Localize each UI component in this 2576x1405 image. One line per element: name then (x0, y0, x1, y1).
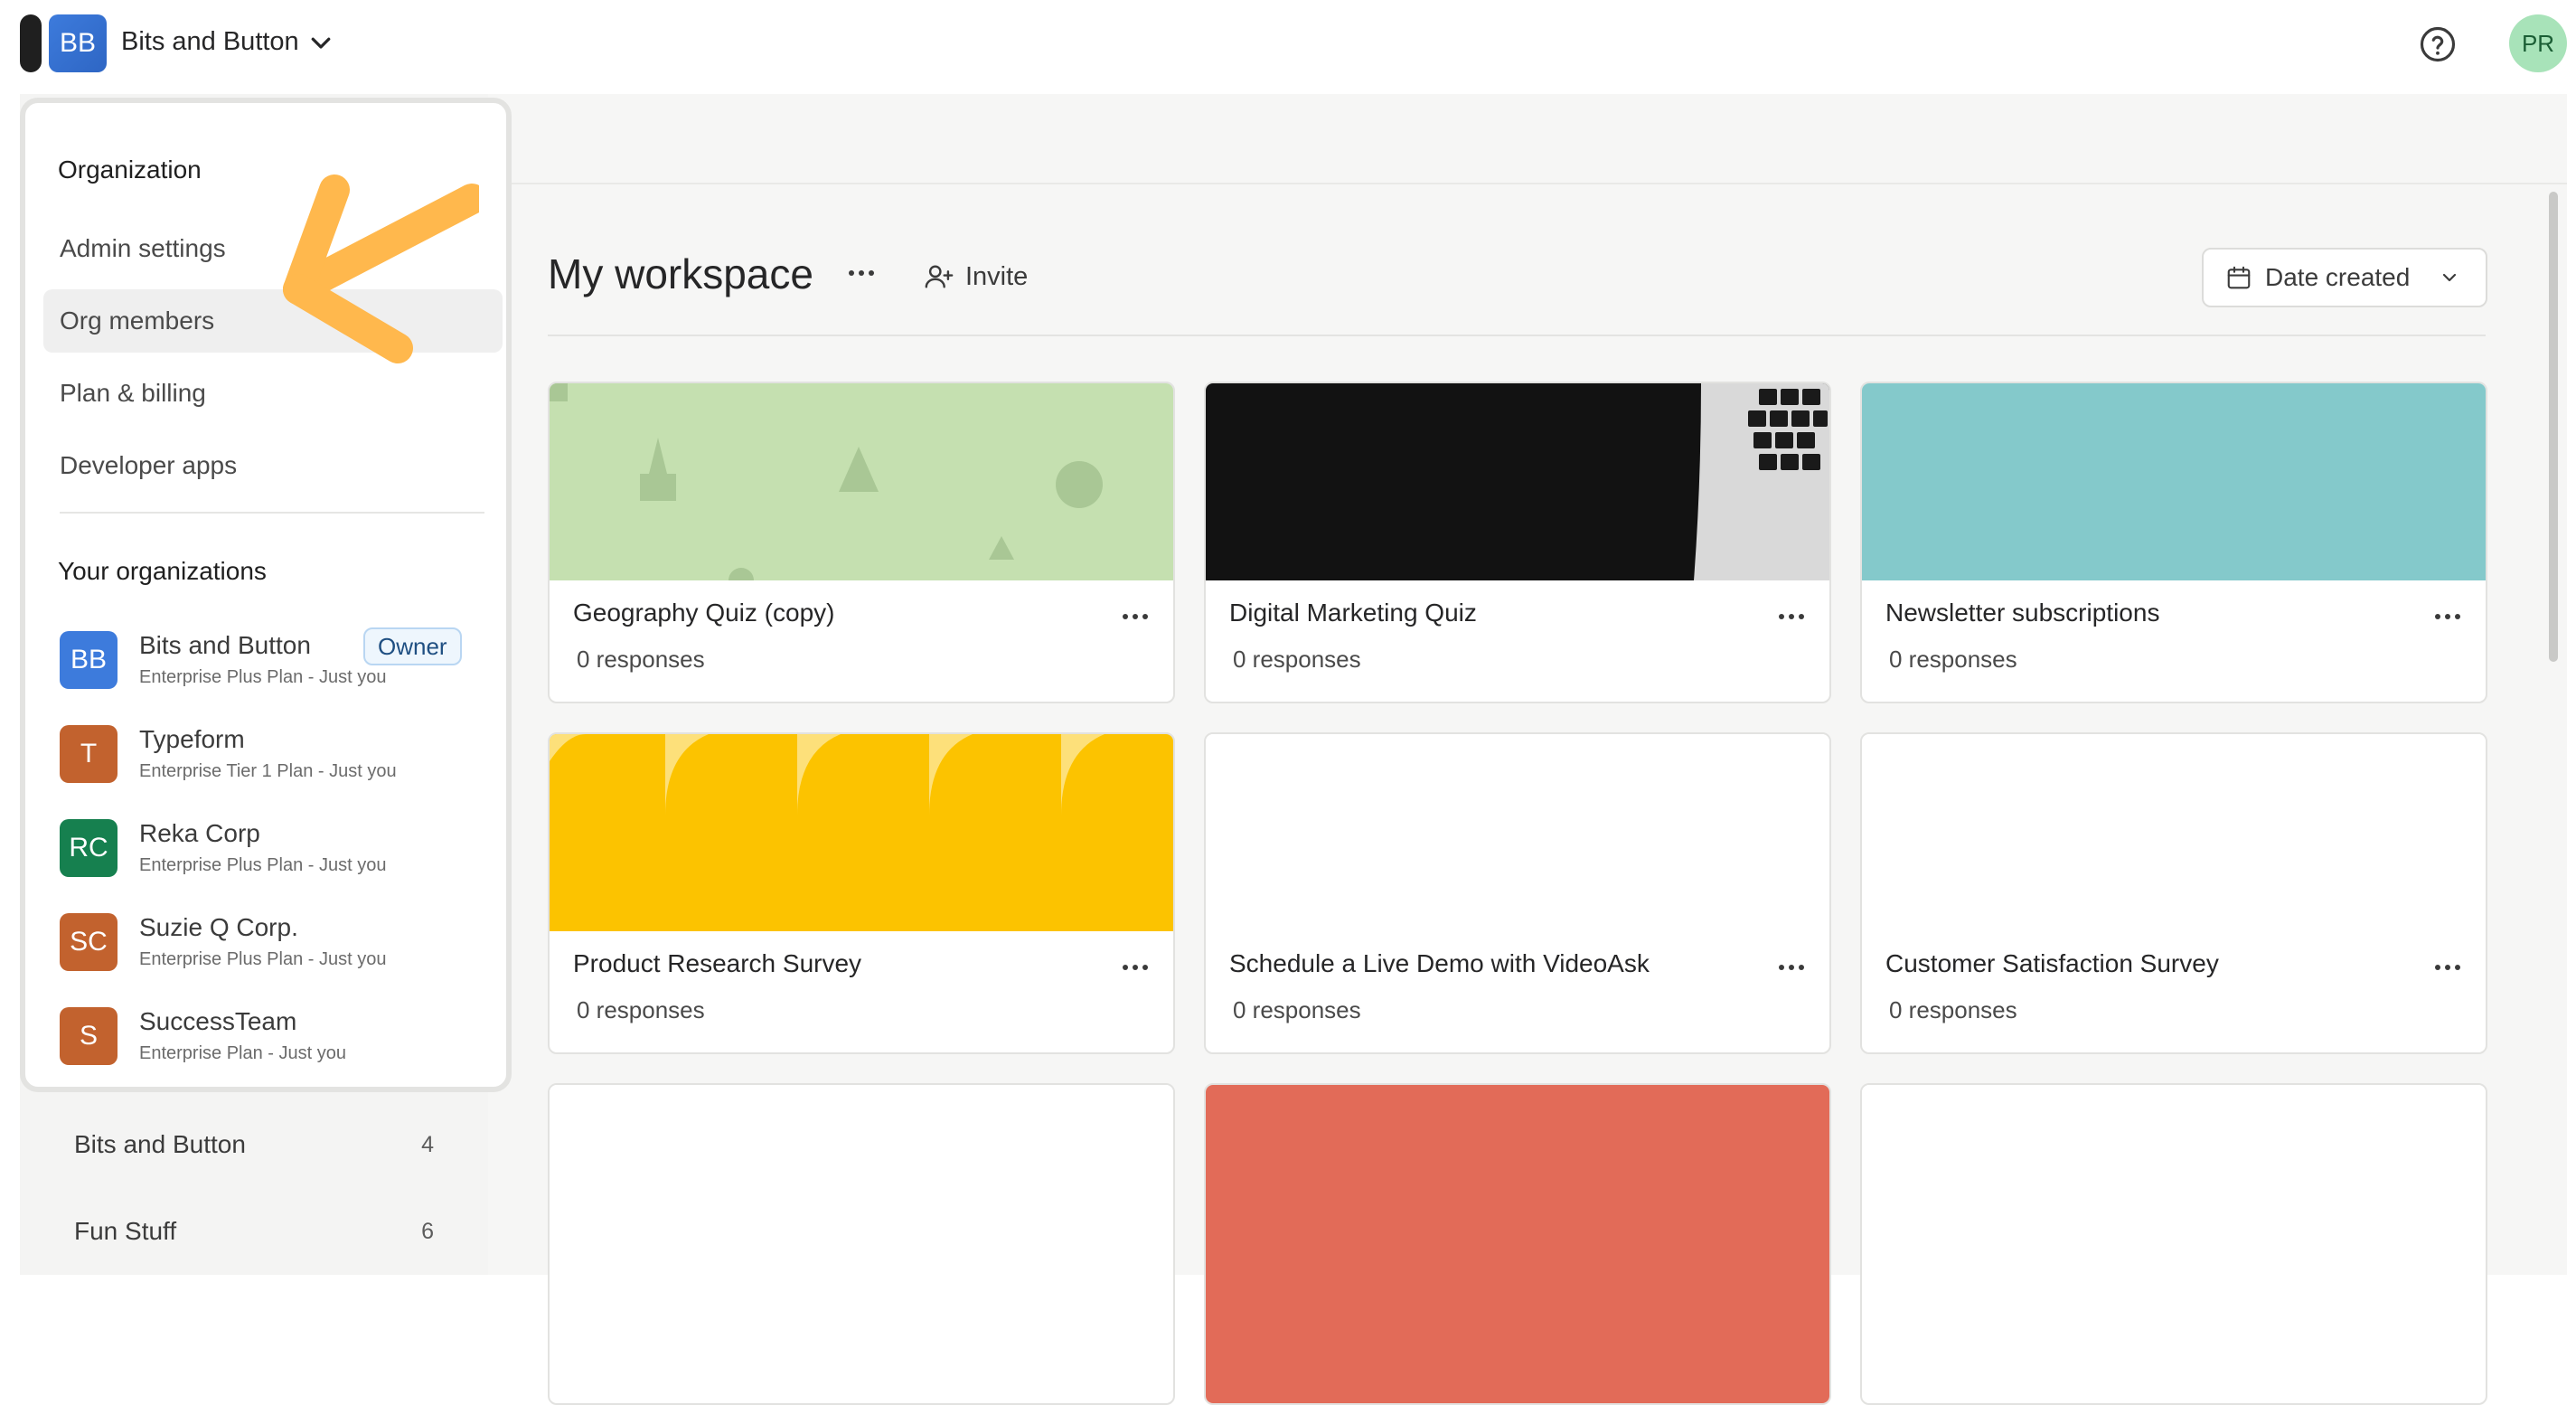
form-title: Geography Quiz (copy) (573, 599, 835, 627)
form-card[interactable]: Newsletter subscriptions 0 responses (1860, 382, 2487, 703)
help-icon[interactable] (2419, 25, 2457, 63)
form-responses: 0 responses (1889, 996, 2017, 1023)
form-card[interactable]: Geography Quiz (copy) 0 responses (548, 382, 1175, 703)
calendar-icon (2227, 266, 2251, 289)
org-plan: Enterprise Plus Plan - Just you (139, 949, 387, 969)
page-title: My workspace (548, 250, 813, 297)
more-options-icon[interactable] (1777, 960, 1806, 975)
menu-item-label: Plan & billing (60, 379, 206, 407)
menu-divider (60, 512, 484, 514)
org-plan: Enterprise Plan - Just you (139, 1043, 346, 1063)
org-switcher-name[interactable]: Bits and Button (121, 27, 299, 57)
org-switch-item[interactable]: T Typeform Enterprise Tier 1 Plan - Just… (60, 721, 484, 794)
form-responses: 0 responses (577, 646, 705, 673)
wave-pattern-image (550, 734, 1105, 816)
org-name: Suzie Q Corp. (139, 913, 298, 941)
geography-pattern-image (550, 383, 1103, 593)
menu-item-org-members[interactable]: Org members (43, 289, 503, 353)
form-card[interactable] (548, 1083, 1175, 1405)
org-switch-item[interactable]: S SuccessTeam Enterprise Plan - Just you (60, 1004, 484, 1076)
org-switch-item[interactable]: BB Bits and Button Owner Enterprise Plus… (60, 627, 484, 700)
org-avatar: S (60, 1007, 118, 1065)
top-bar: BB Bits and Button PR (0, 0, 2576, 94)
more-options-icon[interactable] (1121, 960, 1150, 975)
header-divider (548, 335, 2486, 336)
org-plan: Enterprise Plus Plan - Just you (139, 667, 387, 687)
form-thumbnail (1206, 734, 1829, 931)
org-switch-item[interactable]: SC Suzie Q Corp. Enterprise Plus Plan - … (60, 910, 484, 982)
more-options-icon[interactable] (1777, 609, 1806, 624)
org-dropdown-menu: Organization Admin settings Org members … (20, 98, 512, 1092)
org-name: SuccessTeam (139, 1007, 297, 1035)
form-title: Digital Marketing Quiz (1229, 599, 1477, 627)
laptop-keyboard-image (1694, 383, 1829, 580)
typeform-logo[interactable] (20, 14, 42, 72)
workspace-count: 6 (421, 1218, 434, 1244)
form-card[interactable] (1860, 1083, 2487, 1405)
form-title: Product Research Survey (573, 949, 862, 977)
form-responses: 0 responses (1889, 646, 2017, 673)
form-title: Customer Satisfaction Survey (1885, 949, 2219, 977)
org-avatar: BB (60, 631, 118, 689)
organization-heading: Organization (58, 156, 202, 184)
main-top-strip (488, 94, 2567, 184)
user-avatar[interactable]: PR (2509, 14, 2567, 72)
org-avatar: RC (60, 819, 118, 877)
form-card[interactable]: Customer Satisfaction Survey 0 responses (1860, 732, 2487, 1054)
menu-item-label: Admin settings (60, 234, 226, 262)
form-card[interactable] (1204, 1083, 1831, 1405)
menu-item-label: Developer apps (60, 451, 238, 479)
sidebar-workspace-item[interactable]: Bits and Button 4 (54, 1117, 434, 1172)
workspace-name: Bits and Button (74, 1130, 246, 1158)
owner-badge: Owner (363, 627, 462, 665)
sort-label: Date created (2265, 263, 2411, 291)
org-name: Bits and Button (139, 631, 311, 659)
org-avatar: SC (60, 913, 118, 971)
chevron-down-icon (2442, 273, 2457, 282)
org-avatar: T (60, 725, 118, 783)
menu-item-label: Org members (60, 306, 215, 335)
sort-dropdown[interactable]: Date created (2202, 248, 2487, 307)
menu-item-developer-apps[interactable]: Developer apps (43, 434, 503, 497)
menu-item-admin-settings[interactable]: Admin settings (43, 217, 503, 280)
form-responses: 0 responses (577, 996, 705, 1023)
form-thumbnail (1862, 383, 2486, 580)
more-options-icon[interactable] (1121, 609, 1150, 624)
scrollbar[interactable] (2549, 192, 2558, 662)
form-thumbnail (550, 383, 1173, 593)
form-responses: 0 responses (1233, 996, 1361, 1023)
workspace-name: Fun Stuff (74, 1217, 177, 1245)
menu-item-plan-billing[interactable]: Plan & billing (43, 362, 503, 425)
form-thumbnail (1206, 1085, 1829, 1403)
workspace-count: 4 (421, 1131, 434, 1157)
org-name: Typeform (139, 725, 245, 753)
org-switch-item[interactable]: RC Reka Corp Enterprise Plus Plan - Just… (60, 816, 484, 888)
sidebar-workspace-item[interactable]: Fun Stuff 6 (54, 1204, 434, 1259)
form-card[interactable]: Schedule a Live Demo with VideoAsk 0 res… (1204, 732, 1831, 1054)
form-title: Newsletter subscriptions (1885, 599, 2160, 627)
form-thumbnail (1206, 383, 1829, 580)
add-user-icon (925, 265, 954, 288)
form-title: Schedule a Live Demo with VideoAsk (1229, 949, 1650, 977)
form-card[interactable]: Product Research Survey 0 responses (548, 732, 1175, 1054)
more-options-icon[interactable] (2433, 609, 2462, 624)
org-plan: Enterprise Tier 1 Plan - Just you (139, 761, 397, 781)
form-thumbnail (550, 1085, 1173, 1282)
org-name: Reka Corp (139, 819, 260, 847)
more-options-icon[interactable] (2433, 960, 2462, 975)
org-plan: Enterprise Plus Plan - Just you (139, 855, 387, 875)
form-thumbnail (1862, 734, 2486, 931)
form-responses: 0 responses (1233, 646, 1361, 673)
org-avatar[interactable]: BB (49, 14, 107, 72)
your-organizations-heading: Your organizations (58, 557, 267, 585)
form-thumbnail (550, 734, 1173, 931)
invite-label: Invite (965, 261, 1029, 291)
more-options-icon[interactable] (846, 264, 877, 282)
invite-button[interactable]: Invite (924, 255, 1028, 298)
form-thumbnail (1862, 1085, 2486, 1282)
chevron-down-icon[interactable] (307, 29, 334, 56)
form-card[interactable]: Digital Marketing Quiz 0 responses (1204, 382, 1831, 703)
